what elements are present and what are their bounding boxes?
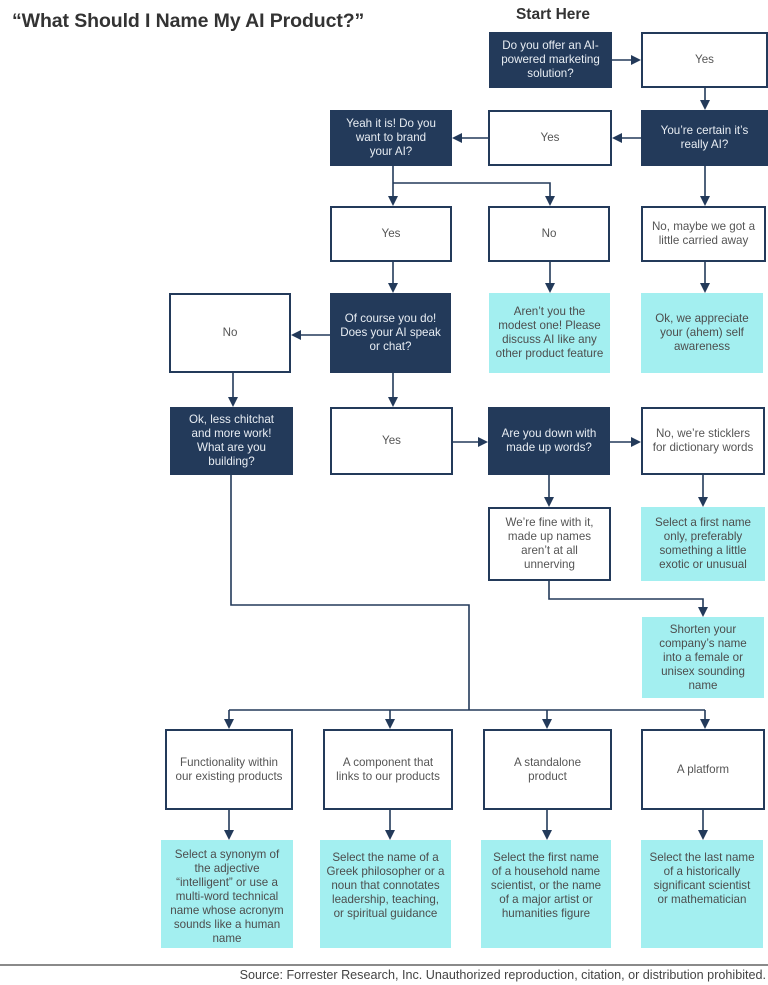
option-component: A component that links to our products bbox=[323, 729, 453, 810]
node-text: Select a synonym of the adjective “intel… bbox=[170, 848, 284, 945]
node-text: You’re certain it’s really AI? bbox=[660, 124, 749, 151]
node-text: No bbox=[541, 227, 557, 240]
answer-yes-made-up: We’re fine with it, made up names aren’t… bbox=[488, 507, 611, 581]
answer-yes-marketing: Yes bbox=[641, 32, 768, 88]
node-text: A platform bbox=[676, 762, 730, 776]
recommendation-greek: Select the name of a Greek philosopher o… bbox=[320, 840, 451, 948]
option-functionality: Functionality within our existing produc… bbox=[165, 729, 293, 810]
page-title: “What Should I Name My AI Product?” bbox=[12, 10, 365, 32]
node-text: Shorten your company’s name into a femal… bbox=[659, 622, 747, 692]
option-standalone: A standalone product bbox=[483, 729, 612, 810]
recommendation-synonym: Select a synonym of the adjective “intel… bbox=[161, 840, 293, 948]
node-text: Select the first name of a household nam… bbox=[490, 851, 602, 920]
node-text: Yes bbox=[695, 53, 714, 66]
node-text: No, we’re sticklers for dictionary words bbox=[652, 427, 754, 454]
node-text: We’re fine with it, made up names aren’t… bbox=[505, 516, 594, 571]
node-text: Of course you do! Does your AI speak or … bbox=[340, 312, 441, 353]
node-text: Aren’t you the modest one! Please discus… bbox=[495, 305, 604, 360]
answer-no-certain: No, maybe we got a little carried away bbox=[641, 206, 766, 262]
question-brand: Yeah it is! Do you want to brand your AI… bbox=[330, 110, 452, 166]
question-speak: Of course you do! Does your AI speak or … bbox=[330, 293, 451, 373]
node-text: Ok, we appreciate your (ahem) self aware… bbox=[655, 312, 749, 353]
source-note: Source: Forrester Research, Inc. Unautho… bbox=[239, 968, 766, 982]
recommendation-first-name: Select a first name only, preferably som… bbox=[641, 507, 765, 581]
node-text: Yes bbox=[382, 434, 401, 447]
connector-brand-no bbox=[393, 182, 555, 206]
node-text: Select a first name only, preferably som… bbox=[654, 516, 751, 571]
answer-yes-certain: Yes bbox=[488, 110, 612, 166]
recommendation-self-awareness: Ok, we appreciate your (ahem) self aware… bbox=[641, 293, 763, 373]
answer-yes-brand: Yes bbox=[330, 206, 452, 262]
question-marketing: Do you offer an AI-powered marketing sol… bbox=[489, 32, 612, 88]
connector-yes-shorten bbox=[548, 581, 708, 617]
node-text: Yeah it is! Do you want to brand your AI… bbox=[346, 117, 436, 158]
node-text: Are you down with made up words? bbox=[501, 427, 597, 454]
answer-no-speak: No bbox=[169, 293, 291, 373]
question-certain: You’re certain it’s really AI? bbox=[641, 110, 768, 166]
footer-divider bbox=[0, 964, 768, 966]
answer-no-brand: No bbox=[488, 206, 610, 262]
node-text: Yes bbox=[381, 227, 401, 240]
question-made-up-words: Are you down with made up words? bbox=[488, 407, 610, 475]
recommendation-scientist-last: Select the last name of a historically s… bbox=[641, 840, 763, 948]
node-text: Yes bbox=[540, 131, 560, 144]
node-text: No, maybe we got a little carried away bbox=[651, 220, 756, 247]
node-text: Select the name of a Greek philosopher o… bbox=[326, 851, 445, 920]
connector-building-split bbox=[230, 475, 470, 710]
recommendation-shorten: Shorten your company’s name into a femal… bbox=[642, 617, 764, 698]
option-platform: A platform bbox=[641, 729, 765, 810]
node-text: A standalone product bbox=[513, 755, 582, 783]
node-text: Do you offer an AI-powered marketing sol… bbox=[501, 39, 600, 80]
recommendation-modest: Aren’t you the modest one! Please discus… bbox=[489, 293, 610, 373]
recommendation-scientist-first: Select the first name of a household nam… bbox=[481, 840, 611, 948]
start-here-label: Start Here bbox=[515, 6, 591, 23]
question-building: Ok, less chitchat and more work! What ar… bbox=[170, 407, 293, 475]
node-text: Ok, less chitchat and more work! What ar… bbox=[188, 413, 275, 468]
answer-yes-speak: Yes bbox=[330, 407, 453, 475]
node-text: No bbox=[222, 326, 238, 339]
node-text: Select the last name of a historically s… bbox=[649, 851, 755, 906]
answer-no-made-up: No, we’re sticklers for dictionary words bbox=[641, 407, 765, 475]
node-text: Functionality within our existing produc… bbox=[175, 755, 283, 783]
node-text: A component that links to our products bbox=[336, 755, 440, 783]
